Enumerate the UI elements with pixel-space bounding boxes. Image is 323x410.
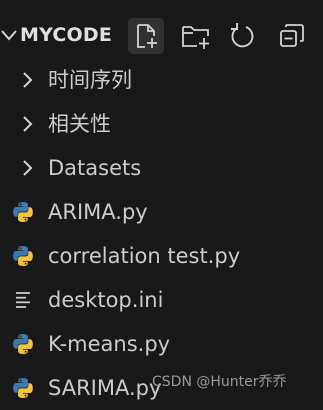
file-item-kmeans[interactable]: K-means.py [0,322,323,366]
settings-file-icon [10,287,36,313]
chevron-right-icon [14,111,40,137]
collapse-all-button[interactable] [274,18,310,54]
item-label: Datasets [48,156,142,180]
chevron-right-icon [14,67,40,93]
file-item-arima[interactable]: ARIMA.py [0,190,323,234]
python-icon [10,331,36,357]
collapse-all-icon [278,22,306,50]
item-label: ARIMA.py [48,200,148,224]
new-file-button[interactable] [128,18,164,54]
item-label: SARIMA.py [48,376,162,400]
item-label: K-means.py [48,332,171,356]
item-label: correlation test.py [48,244,241,268]
folder-item-correlation[interactable]: 相关性 [0,102,323,146]
file-item-desktop-ini[interactable]: desktop.ini [0,278,323,322]
file-item-correlation-test[interactable]: correlation test.py [0,234,323,278]
explorer-panel: MYCODE 时间序列 相关性 Datasets ARIMA.py correl… [0,0,323,404]
folder-item-timeseries[interactable]: 时间序列 [0,58,323,102]
item-label: 相关性 [48,112,111,136]
python-icon [10,243,36,269]
refresh-icon [228,22,256,50]
new-folder-button[interactable] [178,18,214,54]
python-icon [10,199,36,225]
refresh-button[interactable] [224,18,260,54]
item-label: desktop.ini [48,288,164,312]
watermark-text: CSDN @Hunter乔乔 [152,374,287,390]
explorer-header[interactable]: MYCODE [0,14,323,58]
folder-item-datasets[interactable]: Datasets [0,146,323,190]
new-file-icon [133,22,159,50]
chevron-right-icon [14,155,40,181]
new-folder-icon [180,22,212,50]
python-icon [10,375,36,401]
chevron-down-icon[interactable] [0,22,18,48]
workspace-title[interactable]: MYCODE [20,20,112,50]
item-label: 时间序列 [48,68,132,92]
